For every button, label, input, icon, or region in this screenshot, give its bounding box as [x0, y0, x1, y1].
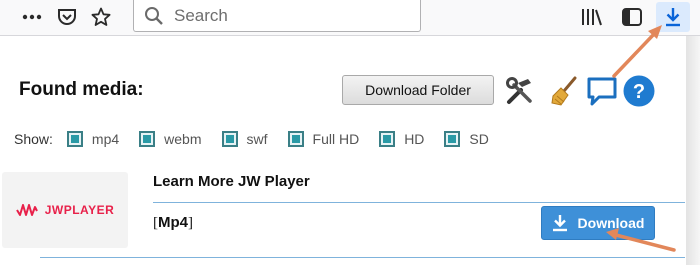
svg-text:?: ?: [633, 81, 645, 103]
filter-hd[interactable]: HD: [379, 131, 424, 147]
browser-toolbar: [0, 0, 700, 36]
star-icon[interactable]: [89, 6, 113, 28]
download-toolbar-button[interactable]: [656, 2, 690, 32]
checkbox[interactable]: [221, 131, 238, 147]
more-dots-icon[interactable]: [20, 6, 44, 28]
sidebar-icon[interactable]: [620, 6, 644, 28]
filter-swf[interactable]: swf: [221, 131, 268, 147]
checkbox[interactable]: [66, 131, 83, 147]
download-button-label: Download: [577, 215, 645, 231]
media-thumbnail[interactable]: JWPLAYER: [2, 172, 128, 248]
jwplayer-logo: JWPLAYER: [15, 203, 115, 217]
media-title: Learn More JW Player: [153, 173, 310, 190]
library-icon[interactable]: [580, 6, 604, 28]
help-icon[interactable]: ?: [622, 74, 656, 108]
chat-bubble-icon[interactable]: [585, 74, 619, 108]
divider: [40, 257, 685, 258]
download-folder-button[interactable]: Download Folder: [342, 75, 494, 105]
download-icon: [552, 215, 567, 232]
checkbox[interactable]: [444, 131, 461, 147]
checkbox[interactable]: [287, 131, 304, 147]
found-media-heading: Found media:: [19, 79, 144, 100]
checkbox[interactable]: [379, 131, 396, 147]
pocket-icon[interactable]: [55, 6, 79, 28]
tools-icon[interactable]: [503, 74, 537, 108]
download-arrow-icon: [666, 8, 680, 27]
show-filters: Show: mp4 webm swf Full HD HD SD: [14, 129, 509, 149]
checkbox[interactable]: [139, 131, 156, 147]
waveform-icon: [15, 204, 38, 216]
show-label: Show:: [14, 131, 53, 147]
broom-icon[interactable]: [548, 74, 582, 108]
filter-sd[interactable]: SD: [444, 131, 489, 147]
search-input[interactable]: [174, 5, 404, 27]
media-format: [Mp4]: [153, 214, 193, 231]
search-box[interactable]: [133, 0, 421, 32]
panel-edge: [686, 36, 700, 265]
divider: [153, 202, 685, 203]
filter-full-hd[interactable]: Full HD: [287, 131, 359, 147]
search-icon: [145, 7, 163, 25]
filter-webm[interactable]: webm: [139, 131, 202, 147]
filter-mp4[interactable]: mp4: [66, 131, 119, 147]
download-button[interactable]: Download: [541, 206, 655, 240]
